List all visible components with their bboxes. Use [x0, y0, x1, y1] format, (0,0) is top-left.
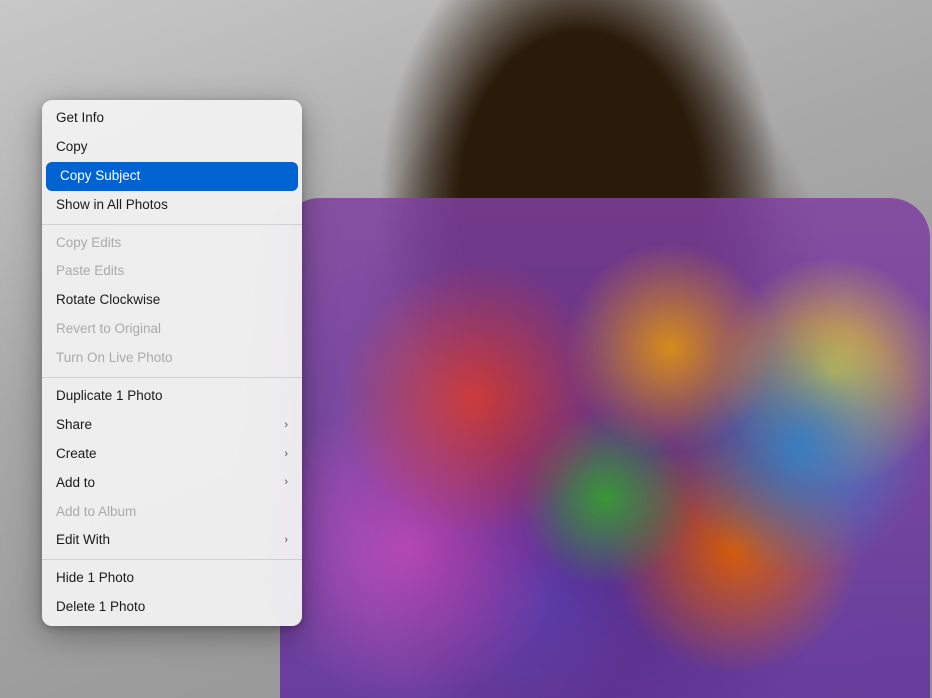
menu-item-label: Show in All Photos [56, 196, 168, 215]
menu-item-turn-on-live-photo: Turn On Live Photo [42, 344, 302, 373]
submenu-arrow-icon: › [284, 447, 288, 462]
menu-separator [42, 559, 302, 560]
submenu-arrow-icon: › [284, 475, 288, 490]
menu-item-label: Rotate Clockwise [56, 291, 160, 310]
submenu-arrow-icon: › [284, 533, 288, 548]
menu-item-label: Get Info [56, 109, 104, 128]
menu-item-copy-subject[interactable]: Copy Subject [46, 162, 298, 191]
menu-item-share[interactable]: Share › [42, 411, 302, 440]
menu-item-label: Paste Edits [56, 262, 124, 281]
menu-item-edit-with[interactable]: Edit With › [42, 526, 302, 555]
menu-item-label: Create [56, 445, 97, 464]
menu-item-label: Copy Edits [56, 234, 121, 253]
menu-item-revert-to-original: Revert to Original [42, 315, 302, 344]
menu-item-copy[interactable]: Copy [42, 133, 302, 162]
menu-item-label: Add to [56, 474, 95, 493]
menu-item-delete-1-photo[interactable]: Delete 1 Photo [42, 593, 302, 622]
context-menu: Get Info Copy Copy Subject Show in All Phot… [42, 100, 302, 626]
menu-item-copy-edits: Copy Edits [42, 229, 302, 258]
menu-item-show-in-all-photos[interactable]: Show in All Photos [42, 191, 302, 220]
menu-item-get-info[interactable]: Get Info [42, 104, 302, 133]
menu-item-label: Copy Subject [60, 167, 140, 186]
menu-item-label: Hide 1 Photo [56, 569, 134, 588]
menu-separator [42, 224, 302, 225]
menu-item-label: Revert to Original [56, 320, 161, 339]
menu-item-duplicate-1-photo[interactable]: Duplicate 1 Photo [42, 382, 302, 411]
menu-item-label: Edit With [56, 531, 110, 550]
menu-item-add-to-album: Add to Album [42, 498, 302, 527]
menu-separator [42, 377, 302, 378]
submenu-arrow-icon: › [284, 418, 288, 433]
menu-item-paste-edits: Paste Edits [42, 257, 302, 286]
menu-item-label: Add to Album [56, 503, 136, 522]
menu-item-label: Turn On Live Photo [56, 349, 173, 368]
menu-item-add-to[interactable]: Add to › [42, 469, 302, 498]
menu-item-create[interactable]: Create › [42, 440, 302, 469]
menu-item-hide-1-photo[interactable]: Hide 1 Photo [42, 564, 302, 593]
menu-item-label: Copy [56, 138, 88, 157]
menu-item-rotate-clockwise[interactable]: Rotate Clockwise [42, 286, 302, 315]
menu-item-label: Share [56, 416, 92, 435]
menu-item-label: Duplicate 1 Photo [56, 387, 163, 406]
menu-item-label: Delete 1 Photo [56, 598, 145, 617]
